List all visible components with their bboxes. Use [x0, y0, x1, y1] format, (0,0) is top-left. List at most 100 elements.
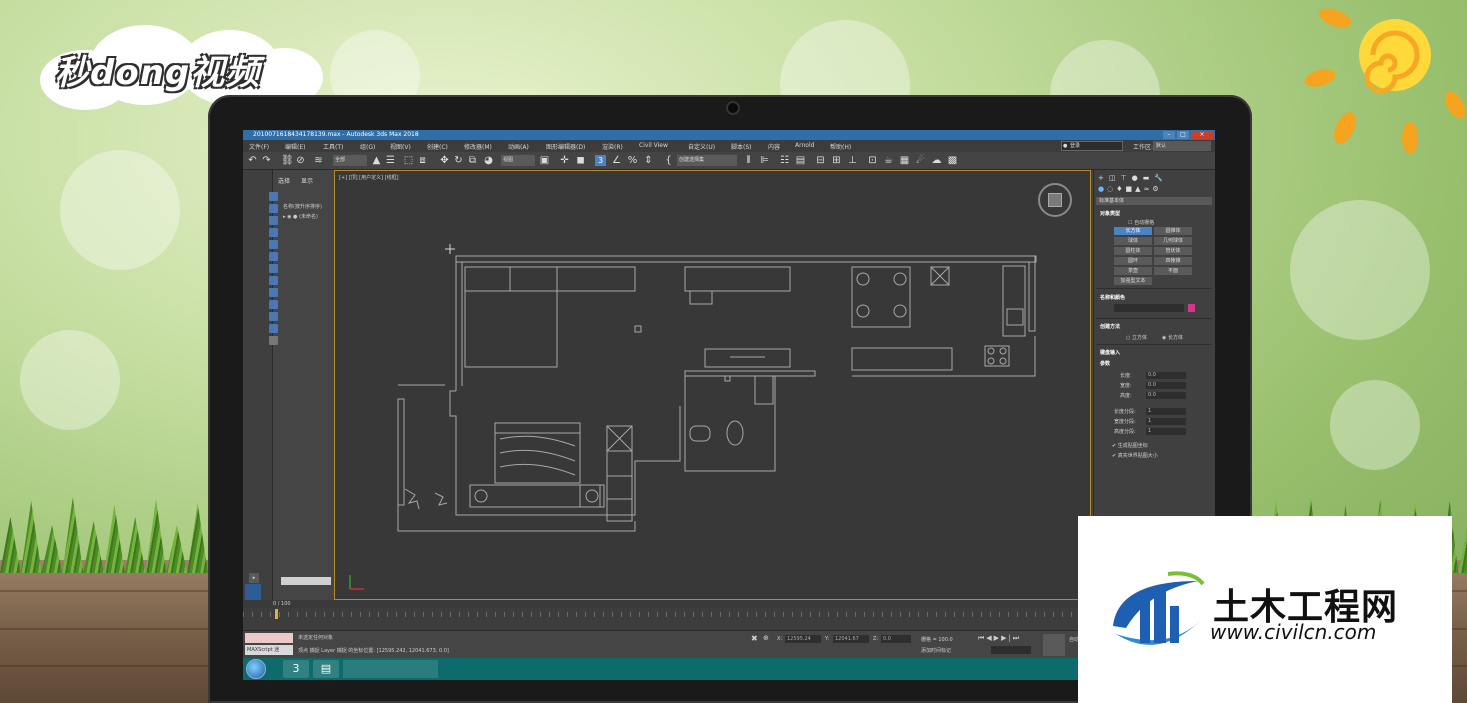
display-shapes-icon[interactable] [269, 204, 278, 213]
snap-3d-icon[interactable]: 3 [595, 155, 606, 166]
display-spacewarps-icon[interactable] [269, 252, 278, 261]
tab-display[interactable]: 显示 [301, 176, 313, 185]
text-plus-button[interactable]: 加强型文本 [1114, 277, 1152, 285]
length-spinner[interactable]: 0.0 [1146, 372, 1186, 379]
hierarchy-tab-icon[interactable]: ⊤ [1121, 174, 1132, 182]
bind-space-warp-icon[interactable]: ≋ [313, 155, 324, 166]
explorer-taskbar-icon[interactable]: ▤ [313, 660, 339, 678]
render-production-icon[interactable]: ▦ [899, 155, 910, 166]
display-frozen-icon[interactable] [269, 312, 278, 321]
track-bar[interactable] [243, 608, 1093, 630]
sign-in-dropdown[interactable]: ● 登录 [1061, 141, 1123, 151]
height-segs-spinner[interactable]: 1 [1146, 428, 1186, 435]
modify-tab-icon[interactable]: ◫ [1109, 174, 1121, 182]
workspace-dropdown[interactable]: 默认 [1153, 141, 1211, 151]
named-selection-dropdown[interactable]: 创建选择集 [677, 155, 737, 166]
height-spinner[interactable]: 0.0 [1146, 392, 1186, 399]
keyboard-entry-header[interactable]: 键盘输入 [1100, 349, 1120, 356]
maxscript-listener[interactable] [245, 633, 293, 643]
schematic-view-icon[interactable]: ⊞ [831, 155, 842, 166]
cube-radio[interactable]: ○ 立方体 [1126, 334, 1147, 341]
create-tab-icon[interactable]: + [1098, 174, 1109, 182]
object-type-header[interactable]: 对象类型 [1100, 210, 1120, 217]
link-icon[interactable]: ⛓ [281, 155, 294, 166]
display-helpers-icon[interactable] [269, 240, 278, 249]
display-hidden-icon[interactable] [269, 324, 278, 333]
helpers-icon[interactable]: ▲ [1135, 185, 1143, 193]
cone-button[interactable]: 圆锥体 [1154, 227, 1192, 235]
edit-named-selection-icon[interactable]: { [663, 155, 674, 166]
gen-mapping-checkbox[interactable]: ✔ 生成贴图坐标 [1112, 442, 1148, 449]
start-button[interactable] [246, 659, 266, 679]
display-containers-icon[interactable] [269, 300, 278, 309]
menu-scripting[interactable]: 脚本(S) [731, 142, 752, 151]
redo-icon[interactable]: ↷ [261, 155, 272, 166]
align-icon[interactable]: ⊫ [759, 155, 770, 166]
width-spinner[interactable]: 0.0 [1146, 382, 1186, 389]
render-iterative-icon[interactable]: ☄ [915, 155, 926, 166]
curve-editor-icon[interactable]: ⊟ [815, 155, 826, 166]
reference-coordinate-dropdown[interactable]: 视图 [501, 155, 535, 166]
explorer-column-header[interactable]: 名称(按升序排序) [283, 203, 322, 210]
scale-icon[interactable]: ⧉ [467, 155, 478, 166]
teapot-button[interactable]: 茶壶 [1114, 267, 1152, 275]
percent-snap-icon[interactable]: % [627, 155, 638, 166]
systems-icon[interactable]: ⚙ [1152, 185, 1161, 193]
viewport-top[interactable]: [+] [顶] [用户定义] [线框] [334, 170, 1091, 600]
display-tab-icon[interactable]: ▬ [1143, 174, 1155, 182]
key-mode-icon[interactable] [1043, 634, 1065, 656]
isolate-icon[interactable]: ✖ [751, 634, 758, 643]
layer-icon[interactable] [245, 584, 261, 600]
object-color-swatch[interactable] [1188, 304, 1195, 312]
menu-file[interactable]: 文件(F) [249, 142, 269, 151]
render-setup-icon[interactable]: ⊡ [867, 155, 878, 166]
select-by-name-icon[interactable]: ☰ [385, 155, 396, 166]
display-xrefs-icon[interactable] [269, 276, 278, 285]
utilities-tab-icon[interactable]: 🔧 [1154, 174, 1168, 182]
menu-arnold[interactable]: Arnold [795, 142, 814, 149]
z-coordinate-field[interactable]: 0.0 [881, 635, 911, 643]
pyramid-button[interactable]: 四棱锥 [1154, 257, 1192, 265]
display-bones-icon[interactable] [269, 288, 278, 297]
undo-icon[interactable]: ↶ [247, 155, 258, 166]
menu-group[interactable]: 组(G) [360, 142, 375, 151]
mirror-icon[interactable]: ⫴ [743, 155, 754, 166]
menu-content[interactable]: 内容 [768, 142, 780, 151]
select-object-icon[interactable]: ▲ [371, 155, 382, 166]
menu-help[interactable]: 帮助(H) [830, 142, 851, 151]
box-radio[interactable]: ◉ 长方体 [1162, 334, 1183, 341]
menu-civil-view[interactable]: Civil View [639, 142, 668, 149]
render-frame-icon[interactable]: ☕ [883, 155, 894, 166]
maximize-button[interactable]: □ [1177, 131, 1189, 139]
minimize-button[interactable]: – [1163, 131, 1175, 139]
torus-button[interactable]: 圆环 [1114, 257, 1152, 265]
tube-button[interactable]: 管状体 [1154, 247, 1192, 255]
cameras-icon[interactable]: ■ [1126, 185, 1136, 193]
tab-select[interactable]: 选择 [278, 176, 290, 185]
command-panel-tabs[interactable]: +◫⊤●▬🔧 [1098, 174, 1168, 182]
taskbar-blurred-item[interactable] [343, 660, 438, 678]
motion-tab-icon[interactable]: ● [1132, 174, 1143, 182]
primitive-category-dropdown[interactable]: 标准基本体 [1096, 197, 1212, 205]
autogrid-checkbox[interactable]: ☐ 自动栅格 [1128, 219, 1154, 226]
ribbon-toggle-icon[interactable]: ▤ [795, 155, 806, 166]
render-cloud-icon[interactable]: ☁ [931, 155, 942, 166]
plane-button[interactable]: 平面 [1154, 267, 1192, 275]
width-segs-spinner[interactable]: 1 [1146, 418, 1186, 425]
unlink-icon[interactable]: ⊘ [295, 155, 306, 166]
lock-selection-icon[interactable]: ⊕ [763, 634, 769, 642]
quick-render-icon[interactable]: ▩ [947, 155, 958, 166]
creation-method-header[interactable]: 创建方法 [1100, 323, 1120, 330]
material-editor-icon[interactable]: ⊥ [847, 155, 858, 166]
display-groups-icon[interactable] [269, 264, 278, 273]
display-geometry-icon[interactable] [269, 192, 278, 201]
explorer-root-item[interactable]: ▸ ◉ ● (未命名) [283, 213, 318, 220]
menu-edit[interactable]: 编辑(E) [285, 142, 305, 151]
parameters-header[interactable]: 参数 [1100, 360, 1110, 367]
real-world-map-checkbox[interactable]: ✔ 真实世界贴图大小 [1112, 452, 1158, 459]
maxscript-mini-listener[interactable]: MAXScript 迷 [245, 645, 293, 655]
explorer-scrollbar[interactable] [281, 577, 331, 585]
geosphere-button[interactable]: 几何球体 [1154, 237, 1192, 245]
playback-controls[interactable]: ⏮◀▶▶|⏭ [978, 634, 1021, 643]
close-button[interactable]: × [1191, 131, 1213, 139]
